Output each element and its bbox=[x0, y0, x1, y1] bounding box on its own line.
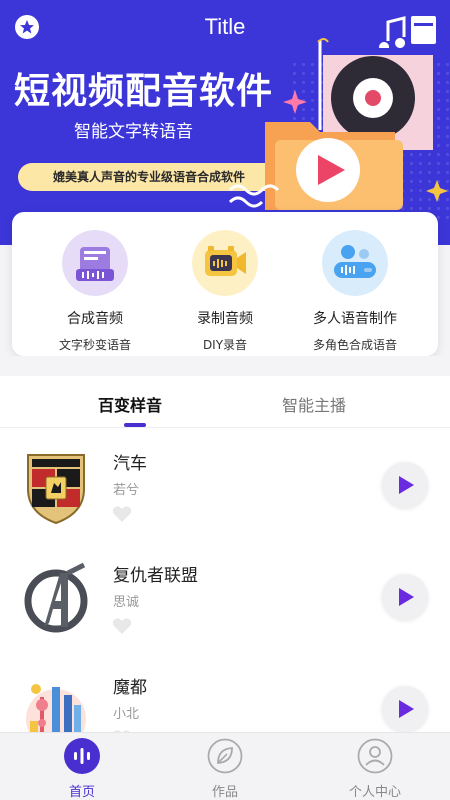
nav-home[interactable]: 首页 bbox=[27, 738, 137, 800]
nav-works[interactable]: 作品 bbox=[170, 738, 280, 800]
play-button[interactable] bbox=[382, 462, 428, 508]
heart-icon[interactable] bbox=[112, 505, 132, 523]
nav-label: 个人中心 bbox=[348, 785, 401, 800]
item-author: 若兮 bbox=[113, 483, 140, 498]
item-title: 汽车 bbox=[113, 454, 147, 474]
hero-banner: Title 短视频配音软件 智能文字转语音 媲美真人声音的专业级语音合成软件 bbox=[0, 0, 450, 245]
play-button[interactable] bbox=[382, 686, 428, 732]
avengers-logo-image bbox=[24, 562, 88, 633]
item-author: 思诚 bbox=[113, 595, 140, 610]
nav-label: 首页 bbox=[68, 785, 95, 800]
list-item[interactable]: 复仇者联盟 思诚 bbox=[0, 541, 450, 653]
bottom-navigation: 首页 作品 个人中心 bbox=[0, 732, 450, 800]
porsche-logo-image bbox=[27, 454, 85, 525]
feature-label: 多人语音制作 bbox=[313, 311, 397, 327]
nav-profile[interactable]: 个人中心 bbox=[320, 738, 430, 800]
feature-label: 录制音频 bbox=[197, 311, 253, 327]
list-item[interactable]: 魔都 小北 bbox=[0, 653, 450, 732]
tab-smart-anchor[interactable]: 智能主播 bbox=[282, 392, 346, 416]
feature-multi-voice[interactable]: 多人语音制作 多角色合成语音 bbox=[285, 230, 425, 353]
tab-bar: 百变样音 智能主播 bbox=[0, 376, 450, 428]
play-icon bbox=[399, 476, 414, 494]
play-icon bbox=[399, 700, 414, 718]
feature-description: 多角色合成语音 bbox=[312, 338, 397, 352]
active-tab-indicator bbox=[124, 423, 146, 427]
shanghai-skyline-image bbox=[26, 684, 86, 732]
feature-synthesize-audio[interactable]: 合成音频 文字秒变语音 bbox=[25, 230, 165, 353]
feature-card: 合成音频 文字秒变语音 录制音频 DIY录音 多人语音制作 多角色合成语音 bbox=[12, 212, 438, 356]
nav-label: 作品 bbox=[211, 785, 238, 800]
multi-voice-icon bbox=[322, 230, 388, 296]
item-title: 魔都 bbox=[113, 678, 147, 698]
vinyl-folder-illustration bbox=[228, 38, 448, 210]
section-divider bbox=[0, 356, 450, 376]
list-item[interactable]: 汽车 若兮 bbox=[0, 429, 450, 541]
play-button[interactable] bbox=[382, 574, 428, 620]
feature-description: 文字秒变语音 bbox=[58, 338, 131, 352]
item-author: 小北 bbox=[113, 707, 140, 722]
feature-description: DIY录音 bbox=[202, 338, 248, 352]
feature-record-audio[interactable]: 录制音频 DIY录音 bbox=[155, 230, 295, 353]
video-recorder-icon bbox=[192, 230, 258, 296]
play-icon bbox=[399, 588, 414, 606]
voice-sample-list: 汽车 若兮 复仇者联盟 思诚 魔都 小北 bbox=[0, 429, 450, 732]
tab-voice-samples[interactable]: 百变样音 bbox=[98, 392, 162, 416]
home-voice-icon bbox=[64, 738, 100, 774]
heart-icon[interactable] bbox=[112, 617, 132, 635]
user-icon bbox=[357, 738, 393, 774]
leaf-icon bbox=[207, 738, 243, 774]
audio-synthesis-icon bbox=[62, 230, 128, 296]
hero-subheadline: 智能文字转语音 bbox=[74, 122, 193, 142]
feature-label: 合成音频 bbox=[67, 311, 123, 327]
item-title: 复仇者联盟 bbox=[113, 566, 198, 586]
